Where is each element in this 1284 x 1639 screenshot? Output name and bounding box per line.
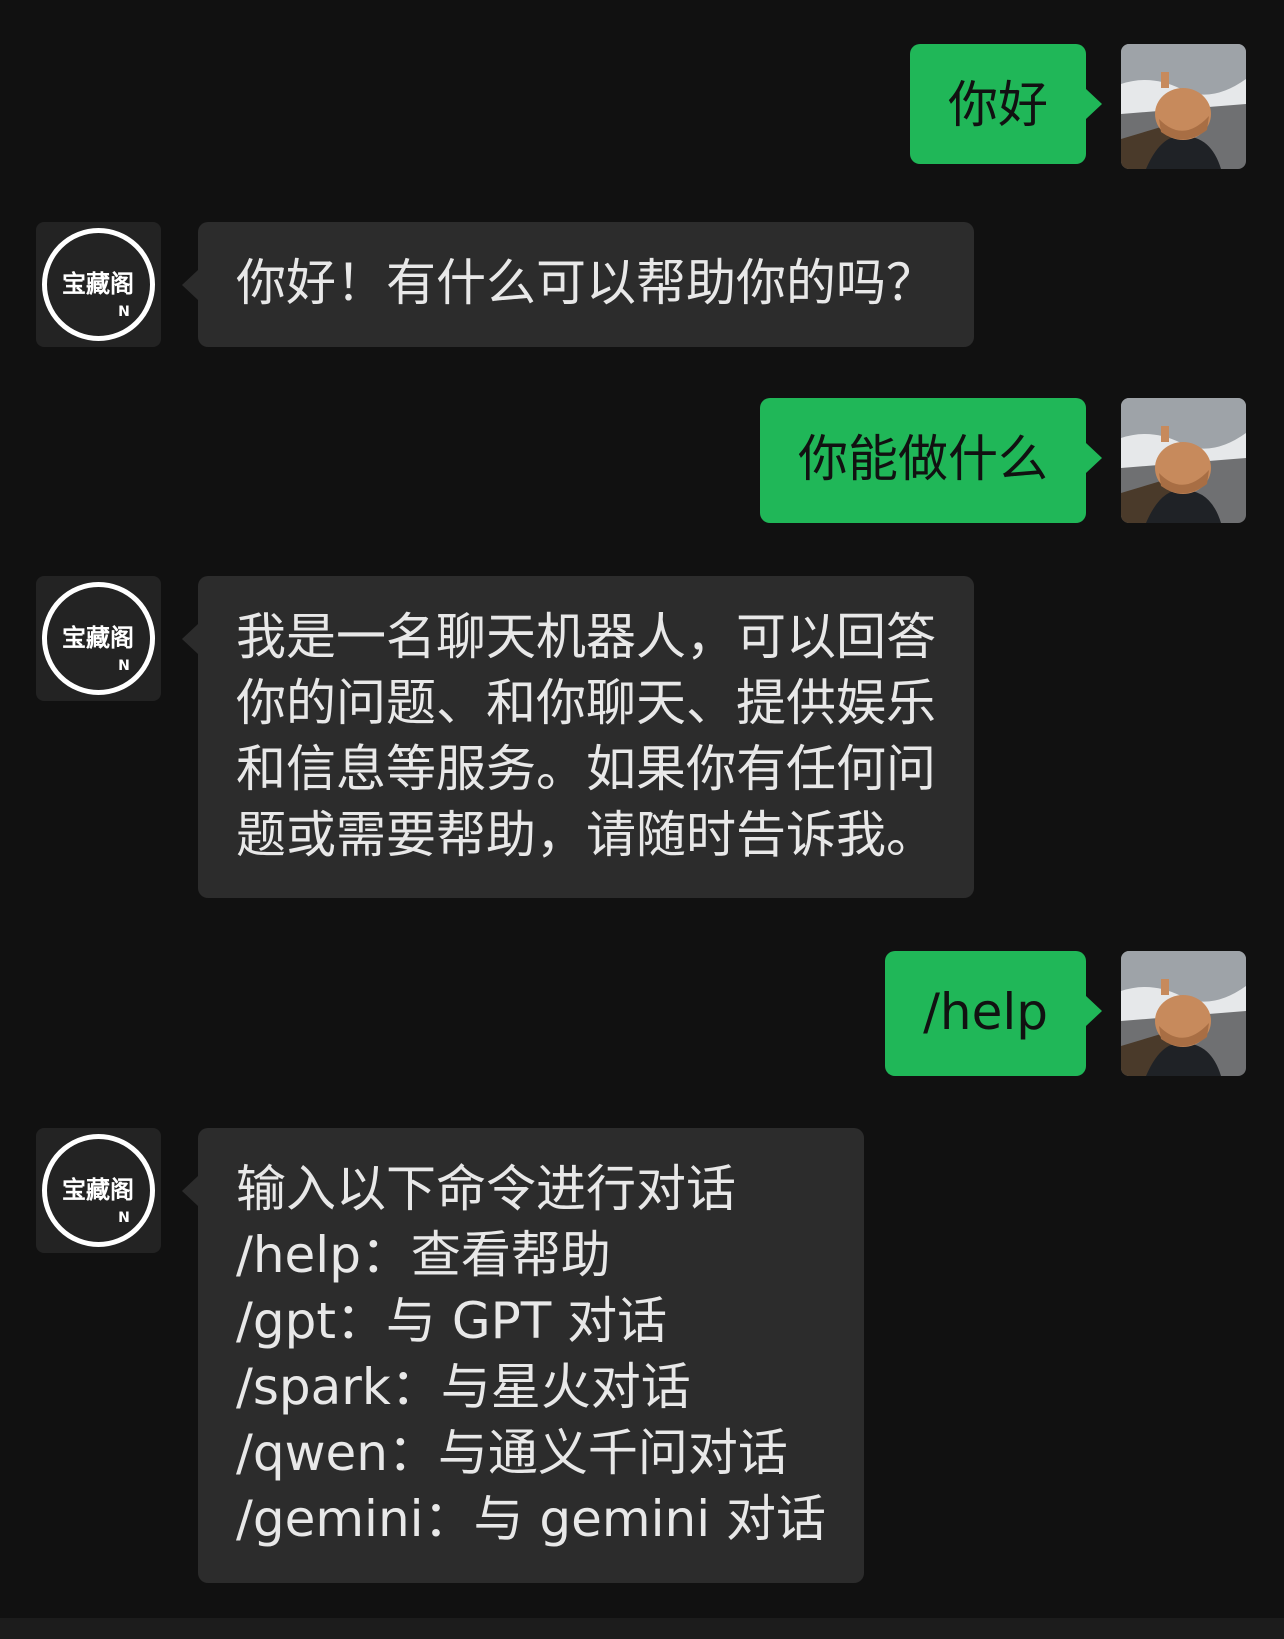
input-bar-edge bbox=[0, 1618, 1284, 1639]
logo-text: 宝藏阁 bbox=[62, 624, 134, 652]
bot-avatar[interactable]: 宝藏阁 N bbox=[36, 1128, 161, 1253]
logo-subtext: N bbox=[118, 1210, 130, 1226]
logo-text: 宝藏阁 bbox=[62, 1176, 134, 1204]
bot-avatar[interactable]: 宝藏阁 N bbox=[36, 222, 161, 347]
logo-subtext: N bbox=[118, 304, 130, 320]
treasure-pavilion-logo-icon: 宝藏阁 N bbox=[42, 1134, 155, 1247]
bot-message-bubble[interactable]: 我是一名聊天机器人，可以回答 你的问题、和你聊天、提供娱乐 和信息等服务。如果你… bbox=[182, 576, 974, 898]
user-message-bubble[interactable]: 你好 bbox=[910, 44, 1102, 164]
bot-message-bubble[interactable]: 你好！有什么可以帮助你的吗？ bbox=[182, 222, 974, 347]
user-avatar[interactable] bbox=[1121, 951, 1246, 1076]
bot-message-bubble[interactable]: 输入以下命令进行对话 /help：查看帮助 /gpt：与 GPT 对话 /spa… bbox=[182, 1128, 864, 1583]
user-photo-cap-icon bbox=[1121, 44, 1246, 169]
bot-avatar[interactable]: 宝藏阁 N bbox=[36, 576, 161, 701]
user-avatar[interactable] bbox=[1121, 44, 1246, 169]
logo-subtext: N bbox=[118, 658, 130, 674]
user-message-bubble[interactable]: 你能做什么 bbox=[760, 398, 1102, 523]
treasure-pavilion-logo-icon: 宝藏阁 N bbox=[42, 582, 155, 695]
logo-text: 宝藏阁 bbox=[62, 270, 134, 298]
user-avatar[interactable] bbox=[1121, 398, 1246, 523]
chat-window: 你好 宝藏阁 N 你好！有什么可以帮助你的吗？ 你能做什么 宝藏阁 N 我是一名… bbox=[0, 0, 1284, 1639]
user-photo-cap-icon bbox=[1121, 398, 1246, 523]
user-message-bubble[interactable]: /help bbox=[885, 951, 1102, 1076]
treasure-pavilion-logo-icon: 宝藏阁 N bbox=[42, 228, 155, 341]
user-photo-cap-icon bbox=[1121, 951, 1246, 1076]
